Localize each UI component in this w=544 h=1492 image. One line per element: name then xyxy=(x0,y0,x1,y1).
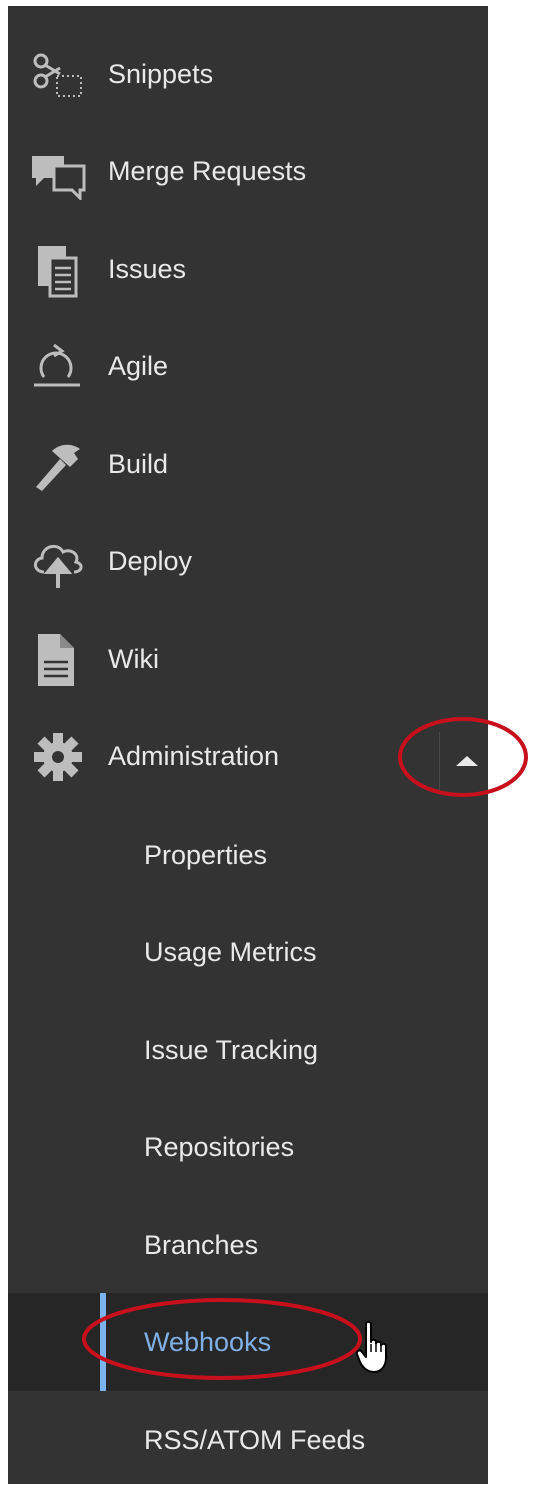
active-indicator xyxy=(100,1293,106,1391)
sidebar-subitem-label: Repositories xyxy=(144,1132,295,1162)
sidebar-item-label: Snippets xyxy=(108,59,214,89)
cloud-upload-icon xyxy=(30,534,86,590)
sidebar-item-snippets[interactable]: Snippets xyxy=(8,25,488,123)
sidebar: Snippets Merge Requests Issues Agile Bui… xyxy=(8,6,488,1484)
sidebar-subitem-repositories[interactable]: Repositories xyxy=(8,1098,488,1196)
sidebar-subitem-label: Webhooks xyxy=(144,1327,272,1357)
sidebar-item-label: Merge Requests xyxy=(108,156,307,186)
sidebar-item-label: Issues xyxy=(108,254,187,284)
sidebar-item-merge-requests[interactable]: Merge Requests xyxy=(8,122,488,220)
sidebar-item-label: Agile xyxy=(108,351,169,381)
sidebar-subitem-label: RSS/ATOM Feeds xyxy=(144,1425,366,1455)
sidebar-item-administration[interactable]: Administration xyxy=(8,707,488,805)
sidebar-subitem-issue-tracking[interactable]: Issue Tracking xyxy=(8,1001,488,1099)
sidebar-subitem-properties[interactable]: Properties xyxy=(8,806,488,904)
sidebar-subitem-label: Properties xyxy=(144,840,268,870)
sidebar-item-label: Build xyxy=(108,449,169,479)
sidebar-subitem-usage-metrics[interactable]: Usage Metrics xyxy=(8,903,488,1001)
sidebar-item-label: Administration xyxy=(108,741,280,771)
sidebar-item-agile[interactable]: Agile xyxy=(8,317,488,415)
sidebar-subitem-label: Usage Metrics xyxy=(144,937,317,967)
sidebar-item-deploy[interactable]: Deploy xyxy=(8,512,488,610)
sidebar-subitem-webhooks[interactable]: Webhooks xyxy=(8,1293,488,1391)
caret-up-icon xyxy=(456,756,478,766)
gear-icon xyxy=(30,729,86,785)
collapse-toggle-button[interactable] xyxy=(439,732,488,790)
clipboard-icon xyxy=(30,242,86,298)
cycle-icon xyxy=(30,339,86,395)
document-icon xyxy=(30,632,86,688)
sidebar-item-label: Deploy xyxy=(108,546,193,576)
sidebar-subitem-label: Issue Tracking xyxy=(144,1035,319,1065)
hammer-icon xyxy=(30,437,86,493)
sidebar-item-wiki[interactable]: Wiki xyxy=(8,610,488,708)
sidebar-subitem-rss-atom-feeds[interactable]: RSS/ATOM Feeds xyxy=(8,1391,488,1489)
sidebar-item-label: Wiki xyxy=(108,644,159,674)
sidebar-item-issues[interactable]: Issues xyxy=(8,220,488,318)
sidebar-subitem-label: Branches xyxy=(144,1230,259,1260)
scissors-icon xyxy=(30,47,86,103)
sidebar-subitem-branches[interactable]: Branches xyxy=(8,1196,488,1294)
chat-bubbles-icon xyxy=(30,144,86,202)
sidebar-item-build[interactable]: Build xyxy=(8,415,488,513)
